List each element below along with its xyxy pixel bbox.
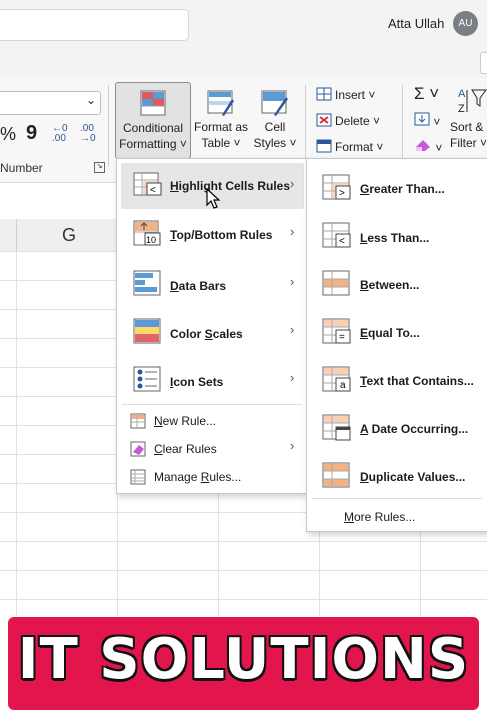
menu-item-top-bottom-rules[interactable]: Top/Bottom Rules <box>170 228 272 242</box>
number-group-label: Number <box>0 161 43 175</box>
date-occurring-icon <box>322 414 351 441</box>
menu-item-highlight-cells-rules[interactable]: Highlight Cells Rules <box>170 179 290 193</box>
svg-text:<: < <box>150 185 156 196</box>
between-icon <box>322 270 350 296</box>
comma-style-button[interactable]: 9 <box>26 122 37 145</box>
svg-text:>: > <box>339 188 345 199</box>
highlight-cells-icon: < <box>133 172 162 196</box>
delete-cells-icon <box>316 113 332 127</box>
submenu-item-duplicate-values[interactable]: Duplicate Values... <box>360 470 465 484</box>
menu-item-manage-rules[interactable]: Manage Rules... <box>154 470 241 484</box>
equal-to-icon: = <box>322 318 351 344</box>
conditional-formatting-label: Conditional Formatting ˅ <box>119 121 187 151</box>
text-contains-icon: a <box>322 366 351 392</box>
new-rule-icon <box>130 413 146 429</box>
insert-cells-icon <box>316 87 332 101</box>
autosum-button[interactable]: Σ ˅ <box>414 84 439 104</box>
eraser-icon <box>416 140 430 151</box>
conditional-formatting-button[interactable]: Conditional Formatting ˅ <box>115 82 191 159</box>
chevron-right-icon: › <box>290 224 295 239</box>
fill-down-icon <box>414 112 430 126</box>
less-than-icon: < <box>322 222 351 248</box>
submenu-item-more-rules[interactable]: More Rules... <box>344 510 415 524</box>
manage-rules-icon <box>130 469 146 485</box>
sort-filter-button[interactable]: Sort & Filter ˅ <box>450 119 487 151</box>
greater-than-icon: > <box>322 174 351 200</box>
chevron-right-icon: › <box>290 274 295 289</box>
format-as-table-button[interactable]: Format as Table ˅ <box>189 119 253 151</box>
sort-filter-icon: A Z <box>458 88 487 115</box>
number-dialog-launcher-icon[interactable]: ↘ <box>94 162 105 173</box>
ribbon-divider <box>108 85 109 167</box>
menu-item-color-scales[interactable]: Color Scales <box>170 327 243 341</box>
menu-item-data-bars[interactable]: Data Bars <box>170 279 226 293</box>
top-bottom-icon: 10 <box>133 220 161 246</box>
chevron-right-icon: › <box>290 176 295 191</box>
brand-banner: IT SOLUTIONS <box>8 617 479 710</box>
menu-separator <box>312 498 482 499</box>
decrease-decimal-button[interactable]: .00 →0 <box>80 124 96 144</box>
clear-rules-icon <box>130 441 146 457</box>
menu-item-clear-rules[interactable]: Clear Rules <box>154 442 217 456</box>
chevron-right-icon: › <box>290 370 295 385</box>
chevron-right-icon: › <box>290 322 295 337</box>
fill-button[interactable]: ˅ <box>414 112 440 129</box>
format-cells-icon <box>316 139 332 153</box>
number-format-dropdown[interactable]: ⌄ <box>0 91 101 115</box>
submenu-item-date-occurring[interactable]: A Date Occurring... <box>360 422 468 436</box>
submenu-item-between[interactable]: Between... <box>360 278 419 292</box>
ribbon-share-button[interactable] <box>480 52 487 74</box>
svg-text:10: 10 <box>146 235 156 245</box>
svg-text:=: = <box>339 332 345 343</box>
menu-item-new-rule[interactable]: New Rule... <box>154 414 216 428</box>
cell-styles-icon <box>261 90 288 116</box>
ribbon-tab-strip <box>0 48 487 78</box>
svg-text:Z: Z <box>458 103 465 115</box>
ribbon-divider <box>305 85 306 167</box>
conditional-formatting-icon <box>140 90 166 116</box>
svg-text:<: < <box>339 236 345 247</box>
duplicate-values-icon <box>322 462 350 488</box>
data-bars-icon <box>133 270 161 296</box>
title-bar: Atta Ullah AU <box>0 0 487 48</box>
svg-text:A: A <box>458 88 466 100</box>
banner-title: IT SOLUTIONS <box>17 627 470 692</box>
delete-button[interactable]: Delete ˅ <box>316 113 380 128</box>
search-box[interactable] <box>0 9 189 41</box>
chevron-down-icon: ⌄ <box>85 93 96 107</box>
user-name: Atta Ullah <box>388 16 445 31</box>
color-scales-icon <box>133 318 161 344</box>
increase-decimal-button[interactable]: ←0.00 <box>52 124 68 144</box>
icon-sets-icon <box>133 366 161 392</box>
ribbon-divider <box>402 85 403 167</box>
format-button[interactable]: Format ˅ <box>316 139 383 154</box>
menu-separator <box>122 404 302 405</box>
clear-button[interactable]: ˅ <box>414 138 442 155</box>
insert-button[interactable]: Insert ˅ <box>316 87 375 102</box>
mouse-cursor-icon <box>206 188 221 209</box>
user-avatar[interactable]: AU <box>453 11 478 36</box>
format-as-table-icon <box>207 90 234 116</box>
cell-styles-button[interactable]: Cell Styles ˅ <box>248 119 302 151</box>
percent-style-button[interactable]: % <box>0 124 16 145</box>
column-header-g[interactable]: G <box>62 225 76 246</box>
submenu-item-less-than[interactable]: Less Than... <box>360 231 429 245</box>
chevron-right-icon: › <box>290 438 295 453</box>
svg-text:a: a <box>340 380 346 391</box>
submenu-item-equal-to[interactable]: Equal To... <box>360 326 420 340</box>
submenu-item-text-contains[interactable]: Text that Contains... <box>360 374 474 388</box>
submenu-item-greater-than[interactable]: Greater Than... <box>360 182 445 196</box>
menu-item-icon-sets[interactable]: Icon Sets <box>170 375 223 389</box>
